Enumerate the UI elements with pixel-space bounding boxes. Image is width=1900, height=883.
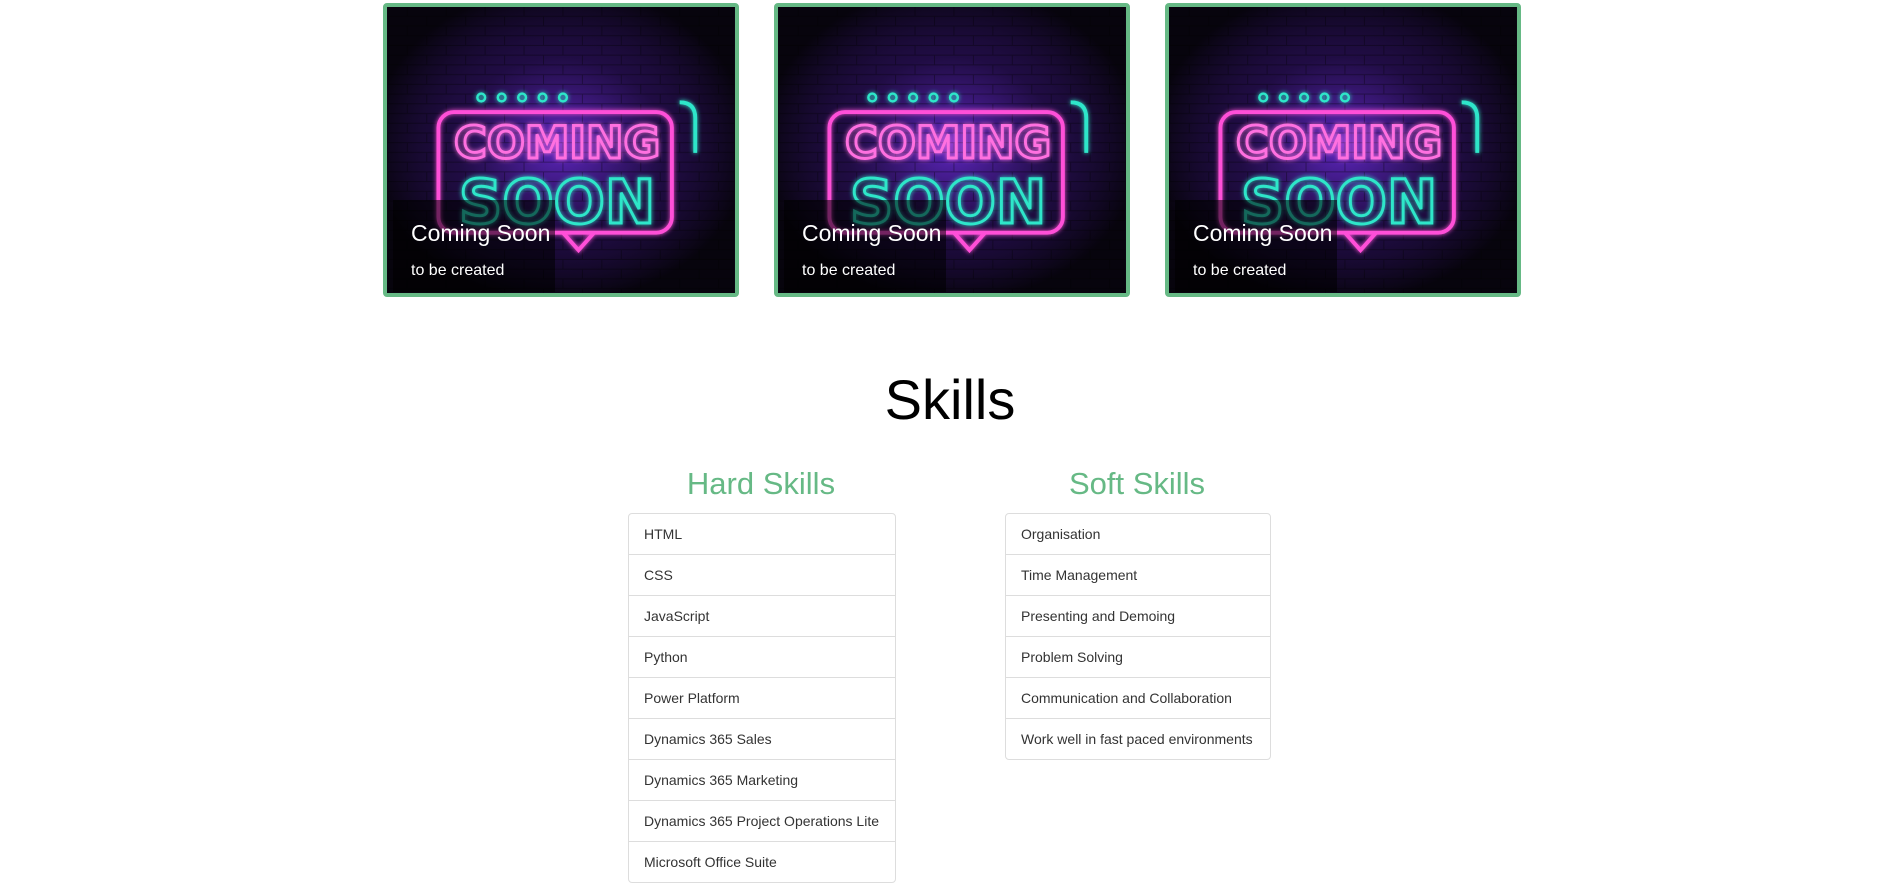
list-item: CSS [629,555,895,596]
hard-skills-list: HTML CSS JavaScript Python Power Platfor… [628,513,896,883]
list-item: Microsoft Office Suite [644,854,777,870]
list-item: Time Management [1006,555,1270,596]
project-card[interactable]: COMING SOON Coming Soon to be created [383,3,739,297]
project-title: Coming Soon [411,220,551,246]
list-item: Presenting and Demoing [1006,596,1270,637]
project-caption: Coming Soon to be created [393,200,555,292]
project-caption: Coming Soon to be created [784,200,946,292]
svg-text:COMING: COMING [1236,116,1442,169]
list-item: Communication and Collaboration [1006,678,1270,719]
list-item: Dynamics 365 Sales [629,719,895,760]
list-item: Python [629,637,895,678]
project-title: Coming Soon [802,220,942,246]
list-item: Organisation [1006,514,1270,555]
project-card[interactable]: COMING SOON Coming Soon to be created [1165,3,1521,297]
soft-skills-list: Organisation Time Management Presenting … [1005,513,1271,760]
project-caption: Coming Soon to be created [1175,200,1337,292]
svg-text:COMING: COMING [845,116,1051,169]
project-subtitle: to be created [1193,262,1287,279]
soft-skills-heading: Soft Skills [1068,466,1206,501]
list-item: Dynamics 365 Marketing [629,760,895,801]
skills-heading: Skills [884,368,1016,431]
list-item: HTML [629,514,895,555]
list-item: Dynamics 365 Project Operations Lite [629,801,895,842]
list-item: Work well in fast paced environments [1021,731,1253,747]
list-item: Problem Solving [1006,637,1270,678]
project-subtitle: to be created [802,262,896,279]
list-item: JavaScript [629,596,895,637]
project-subtitle: to be created [411,262,505,279]
project-title: Coming Soon [1193,220,1333,246]
projects-gallery: COMING SOON Coming Soon to be created CO… [383,3,1533,303]
project-card[interactable]: COMING SOON Coming Soon to be created [774,3,1130,297]
svg-text:COMING: COMING [454,116,660,169]
list-item: Power Platform [629,678,895,719]
hard-skills-heading: Hard Skills [686,466,836,501]
